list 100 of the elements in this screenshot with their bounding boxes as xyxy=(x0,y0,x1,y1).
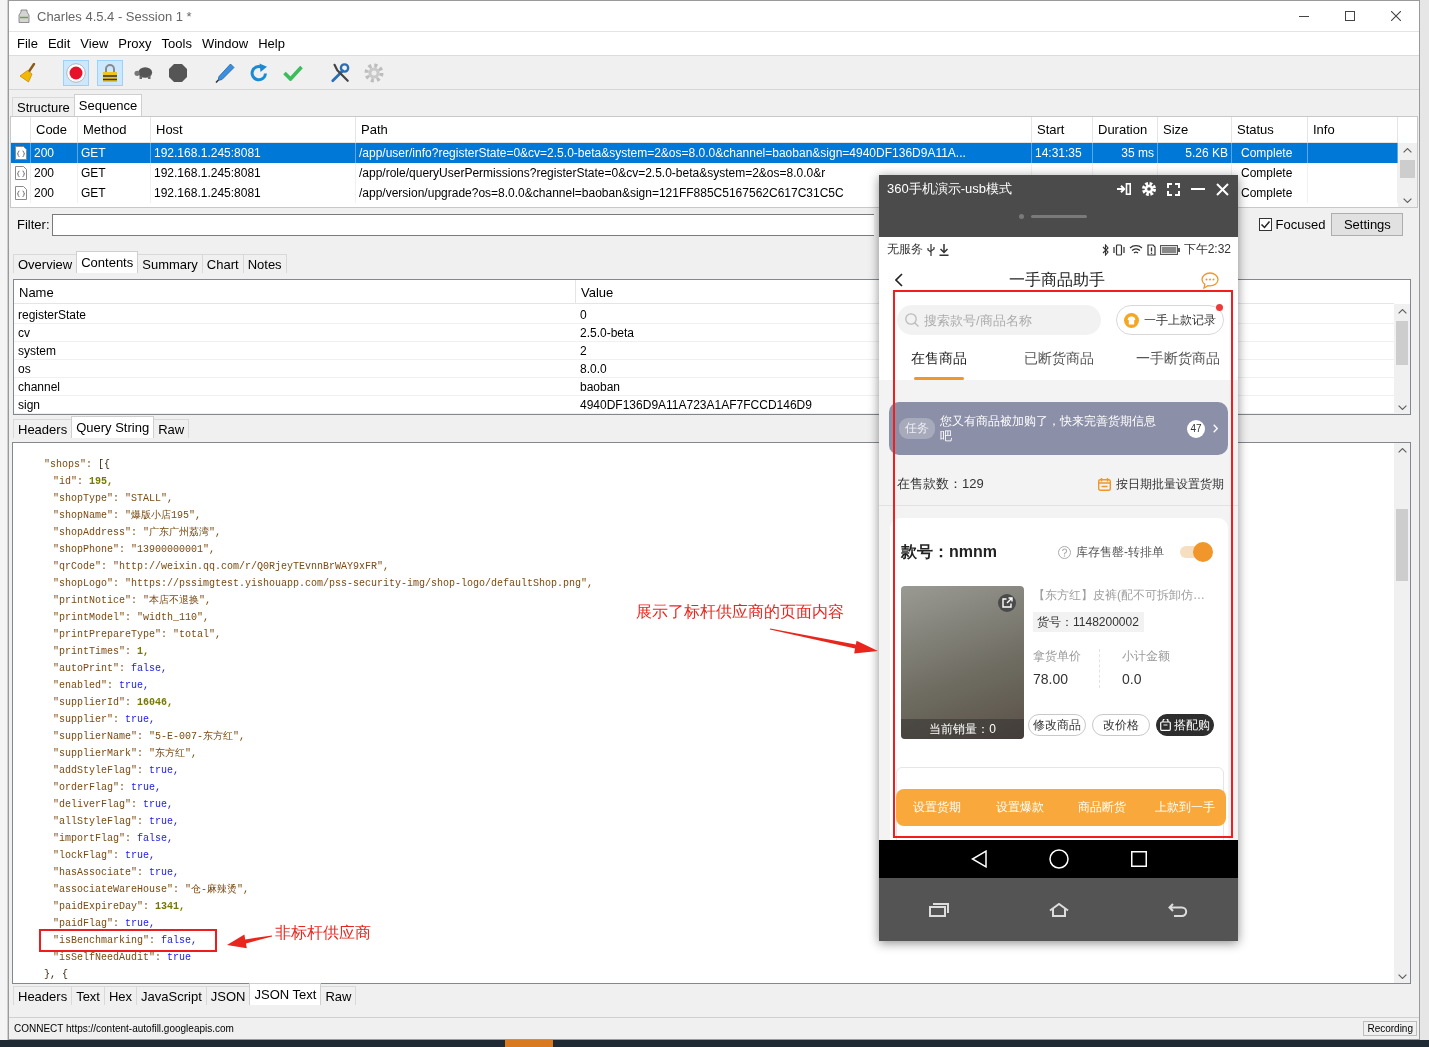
status: Complete xyxy=(1241,186,1293,200)
minimize-icon[interactable] xyxy=(1299,15,1309,17)
filter-field[interactable] xyxy=(51,213,874,236)
tab[interactable]: Overview xyxy=(13,254,78,273)
menu-item[interactable]: Help xyxy=(253,36,290,51)
scroll-up-icon[interactable] xyxy=(1397,447,1407,453)
scroll-up-icon[interactable] xyxy=(1403,147,1412,153)
scrollbar[interactable] xyxy=(1398,143,1417,207)
tab[interactable]: JavaScript xyxy=(136,986,207,1005)
recents-icon[interactable] xyxy=(1131,851,1147,867)
tab[interactable]: JSON Text xyxy=(249,983,322,1005)
batch-schedule-link[interactable]: 按日期批量设置货期 xyxy=(1098,475,1224,493)
status-message: CONNECT https://content-autofill.googleapis.com xyxy=(14,1023,235,1034)
search-input[interactable]: 搜索款号/商品名称 xyxy=(924,312,1094,328)
param-value: 4940DF136D9A11A723A1AF7FCCD146D9 xyxy=(580,397,812,412)
scrollbar-thumb[interactable] xyxy=(1396,509,1408,581)
status: Complete xyxy=(1241,166,1293,180)
host: 192.168.1.245:8081 xyxy=(154,166,261,180)
tab[interactable]: Headers xyxy=(13,419,73,438)
tab[interactable]: 已断货商品 xyxy=(998,339,1119,380)
code-line: "shopType": "STALL", xyxy=(53,493,174,504)
return-icon[interactable] xyxy=(1168,902,1189,917)
scrollbar-thumb[interactable] xyxy=(1396,321,1408,365)
scroll-down-icon[interactable] xyxy=(1403,197,1412,203)
menu-item[interactable]: Window xyxy=(196,36,254,51)
code-line: "shopName": "爆版小店195", xyxy=(53,510,202,521)
tab[interactable]: Query String xyxy=(71,416,155,438)
code-line: "isSelfNeedAudit": true xyxy=(53,952,192,963)
tab[interactable]: Headers xyxy=(13,986,73,1005)
request-row[interactable]: 200 GET 192.168.1.245:8081 /app/user/info?registerState=0&cv=2.5.0-beta&system=2&os=8.0.0&channel=baoban&sign=4940DF136D9A11A... 14:31:35 35 ms 5.26 KB Complete xyxy=(11,143,1398,163)
toolbar-button[interactable] xyxy=(63,59,89,86)
search-field[interactable]: 搜索款号/商品名称 xyxy=(897,305,1102,335)
code-line: }, { xyxy=(44,969,68,980)
param-value: baoban xyxy=(580,379,621,394)
host: 192.168.1.245:8081 xyxy=(154,146,261,160)
menu-item[interactable]: File xyxy=(12,36,43,51)
usb-icon xyxy=(927,243,935,256)
scrollbar-thumb[interactable] xyxy=(1400,160,1415,178)
request-path: /app/version/upgrade?os=8.0.0&channel=baoban&sign=121FF885C5167562C617C31C5C xyxy=(359,186,844,200)
card-button[interactable]: 改价格 xyxy=(1092,714,1150,736)
code-line: "printModel": "width_110", xyxy=(53,612,210,623)
code-line: "paidFlag": true, xyxy=(53,918,156,929)
toggle-switch[interactable] xyxy=(1180,541,1214,563)
scroll-down-icon[interactable] xyxy=(1397,973,1407,979)
recent-apps-icon[interactable] xyxy=(928,902,949,917)
back-icon[interactable] xyxy=(895,273,903,287)
tab[interactable]: Notes xyxy=(242,254,287,273)
fullscreen-icon[interactable] xyxy=(1167,182,1180,196)
tab[interactable]: Raw xyxy=(153,419,190,438)
code-line: "deliverFlag": true, xyxy=(53,799,174,810)
checkbox-label[interactable]: Focused xyxy=(1275,217,1326,232)
code-line: "supplierId": 16046, xyxy=(53,697,174,708)
toolbar-button[interactable] xyxy=(97,59,123,86)
card-button[interactable]: 修改商品 xyxy=(1028,714,1086,736)
param-value: 2 xyxy=(580,343,587,358)
bag-icon xyxy=(1160,719,1171,731)
column-header[interactable]: Name xyxy=(14,280,576,303)
menu-item[interactable]: Tools xyxy=(156,36,197,51)
vibrate-icon xyxy=(1112,243,1125,256)
maximize-icon[interactable] xyxy=(1345,11,1355,21)
dock-icon[interactable] xyxy=(1117,183,1131,195)
host: 192.168.1.245:8081 xyxy=(154,186,261,200)
code-line: "shopAddress": "广东广州荔湾", xyxy=(53,527,222,538)
item-number-tag: 货号：1148200002 xyxy=(1033,612,1144,632)
tab[interactable]: Contents xyxy=(76,251,139,273)
tab[interactable]: Structure xyxy=(12,97,75,116)
settings-button[interactable]: Settings xyxy=(1331,213,1404,236)
menu-item[interactable]: View xyxy=(75,36,114,51)
tab[interactable]: 在售商品 xyxy=(879,339,999,380)
scrollbar[interactable] xyxy=(1394,304,1410,414)
tab[interactable]: 一手断货商品 xyxy=(1118,339,1238,380)
task-tag: 任务 xyxy=(899,418,935,439)
status-code: 200 xyxy=(34,146,55,160)
external-link-icon[interactable] xyxy=(998,594,1016,612)
code-line: "autoPrint": false, xyxy=(53,663,168,674)
scroll-up-icon[interactable] xyxy=(1397,308,1407,314)
scrollbar[interactable] xyxy=(1394,443,1410,983)
card-button[interactable]: 搭配购 xyxy=(1156,714,1214,736)
bluetooth-icon xyxy=(1101,243,1109,256)
tab[interactable]: Sequence xyxy=(73,94,143,116)
checkbox[interactable] xyxy=(1258,218,1272,231)
close-icon[interactable] xyxy=(1391,11,1401,21)
scroll-down-icon[interactable] xyxy=(1397,404,1407,410)
menu-item[interactable]: Proxy xyxy=(113,36,157,51)
callout-text: 展示了标杆供应商的页面内容 xyxy=(636,602,844,622)
code-line: "enabled": true, xyxy=(53,680,150,691)
tab[interactable]: Summary xyxy=(137,254,203,273)
tab[interactable]: Raw xyxy=(320,986,357,1005)
tools-icon xyxy=(330,62,350,83)
turtle-icon xyxy=(134,66,154,79)
style-number: 款号：nmnm xyxy=(901,541,997,562)
stat-label: 拿货单价 xyxy=(1033,649,1082,664)
settings-icon[interactable] xyxy=(1142,182,1156,196)
code-line: "addStyleFlag": true, xyxy=(53,765,180,776)
recording-indicator[interactable]: Recording xyxy=(1363,1021,1417,1036)
param-name: channel xyxy=(18,379,61,394)
code-line: "orderFlag": true, xyxy=(53,782,162,793)
stat-value: 0.0 xyxy=(1122,671,1143,688)
clock-text: 下午2:32 xyxy=(1183,241,1231,258)
menu-item[interactable]: Edit xyxy=(42,36,76,51)
